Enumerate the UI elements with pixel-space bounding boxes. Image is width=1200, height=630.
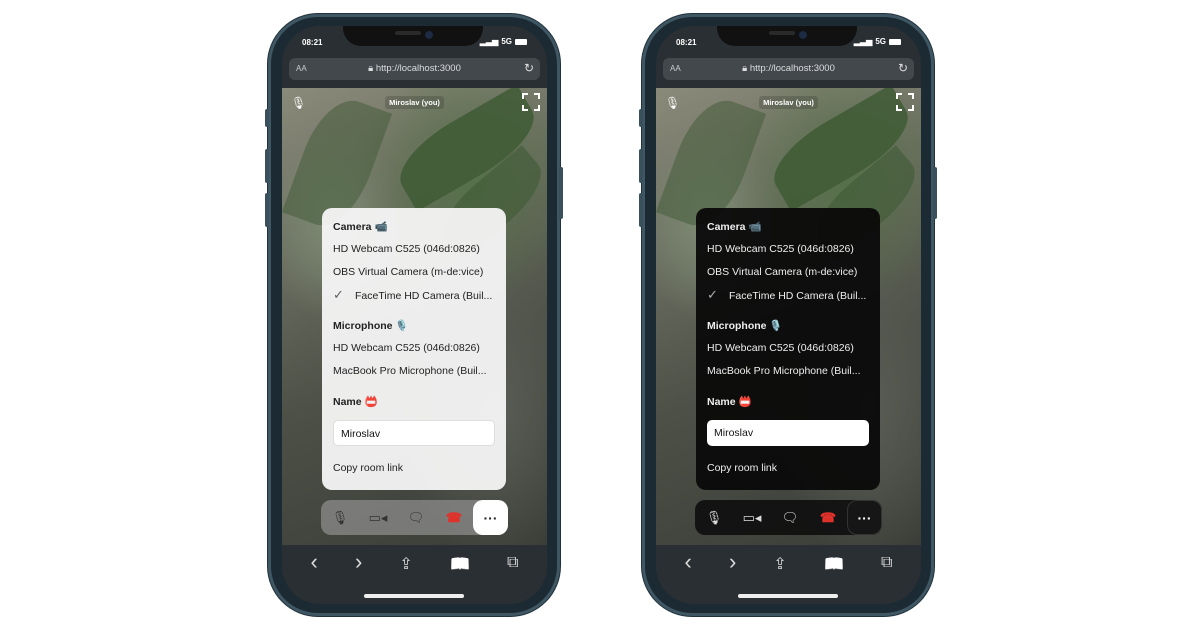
browser-toolbar: ‹ › ⇪ 📖 ⧉: [282, 545, 547, 604]
camera-option-selected[interactable]: ✓ FaceTime HD Camera (Buil...: [333, 287, 495, 312]
microphone-heading: Microphone 🎙️: [707, 320, 783, 332]
chat-button[interactable]: 🗨︎: [397, 510, 435, 526]
tabs-icon[interactable]: ⧉: [881, 554, 892, 604]
microphone-option[interactable]: HD Webcam C525 (046d:0826): [707, 342, 869, 365]
fullscreen-icon[interactable]: [522, 93, 540, 111]
microphone-option[interactable]: MacBook Pro Microphone (Buil...: [707, 365, 869, 388]
battery-icon: [515, 38, 527, 45]
camera-option[interactable]: HD Webcam C525 (046d:0826): [333, 243, 495, 266]
camera-option[interactable]: OBS Virtual Camera (m-de:vice): [707, 266, 869, 289]
network-label: 5G: [875, 37, 886, 46]
settings-menu: Camera 📹 HD Webcam C525 (046d:0826) OBS …: [696, 208, 880, 490]
camera-option-selected[interactable]: ✓ FaceTime HD Camera (Buil...: [707, 287, 869, 312]
power-button: [933, 167, 937, 219]
copy-room-link[interactable]: Copy room link: [707, 462, 869, 485]
silent-switch: [639, 109, 643, 127]
camera-heading: Camera 📹: [707, 221, 762, 233]
lock-icon: 🔒︎: [742, 63, 750, 74]
call-controls: 🎙︎ ▭◂ 🗨︎ ☎︎ ···: [695, 500, 882, 535]
fullscreen-icon[interactable]: [896, 93, 914, 111]
silent-switch: [265, 109, 269, 127]
back-button[interactable]: ‹: [311, 549, 318, 604]
status-time: 08:21: [302, 38, 323, 47]
volume-up-button: [639, 149, 643, 183]
participant-label: Miroslav (you): [759, 96, 818, 109]
phone-mockup-light: 08:21 ▂▃▅ 5G AA 🔒︎ http://localhost:3000 …: [265, 14, 563, 616]
hang-up-button[interactable]: ☎︎: [809, 510, 847, 526]
volume-down-button: [639, 193, 643, 227]
address-bar[interactable]: AA 🔒︎ http://localhost:3000 ↻: [663, 58, 914, 80]
url-text[interactable]: http://localhost:3000: [376, 63, 461, 74]
signal-bars-icon: ▂▃▅: [479, 37, 499, 46]
camera-heading: Camera 📹: [333, 221, 388, 233]
volume-down-button: [265, 193, 269, 227]
reload-icon[interactable]: ↻: [524, 61, 534, 75]
reload-icon[interactable]: ↻: [898, 61, 908, 75]
name-heading: Name 📛: [333, 396, 378, 408]
hang-up-button[interactable]: ☎︎: [435, 510, 473, 526]
microphone-option[interactable]: HD Webcam C525 (046d:0826): [333, 342, 495, 365]
camera-option[interactable]: OBS Virtual Camera (m-de:vice): [333, 266, 495, 289]
notch: [343, 26, 483, 46]
microphone-option[interactable]: MacBook Pro Microphone (Buil...: [333, 365, 495, 388]
volume-up-button: [265, 149, 269, 183]
battery-icon: [889, 38, 901, 45]
home-indicator: [364, 594, 464, 598]
status-time: 08:21: [676, 38, 697, 47]
settings-menu: Camera 📹 HD Webcam C525 (046d:0826) OBS …: [322, 208, 506, 490]
forward-button[interactable]: ›: [729, 549, 736, 604]
call-controls: 🎙︎ ▭◂ 🗨︎ ☎︎ ···: [321, 500, 508, 535]
copy-room-link[interactable]: Copy room link: [333, 462, 495, 485]
address-bar[interactable]: AA 🔒︎ http://localhost:3000 ↻: [289, 58, 540, 80]
url-text[interactable]: http://localhost:3000: [750, 63, 835, 74]
phone-screen: 08:21 ▂▃▅ 5G AA 🔒︎ http://localhost:3000 …: [282, 26, 547, 604]
browser-toolbar: ‹ › ⇪ 📖 ⧉: [656, 545, 921, 604]
phone-screen: 08:21 ▂▃▅ 5G AA 🔒︎ http://localhost:3000 …: [656, 26, 921, 604]
microphone-heading: Microphone 🎙️: [333, 320, 409, 332]
camera-option-label: FaceTime HD Camera (Buil...: [355, 290, 493, 302]
mute-microphone-button[interactable]: 🎙︎: [695, 510, 733, 526]
back-button[interactable]: ‹: [685, 549, 692, 604]
notch: [717, 26, 857, 46]
phone-mockup-dark: 08:21 ▂▃▅ 5G AA 🔒︎ http://localhost:3000 …: [639, 14, 937, 616]
checkmark-icon: ✓: [707, 287, 718, 302]
participant-label: Miroslav (you): [385, 96, 444, 109]
more-options-button[interactable]: ···: [473, 500, 508, 535]
power-button: [559, 167, 563, 219]
toggle-camera-button[interactable]: ▭◂: [733, 510, 771, 526]
home-indicator: [738, 594, 838, 598]
lock-icon: 🔒︎: [368, 63, 376, 74]
name-heading: Name 📛: [707, 396, 752, 408]
mute-microphone-button[interactable]: 🎙︎: [321, 510, 359, 526]
camera-option[interactable]: HD Webcam C525 (046d:0826): [707, 243, 869, 266]
checkmark-icon: ✓: [333, 287, 344, 302]
name-input[interactable]: Miroslav: [333, 420, 495, 446]
signal-bars-icon: ▂▃▅: [853, 37, 873, 46]
toggle-camera-button[interactable]: ▭◂: [359, 510, 397, 526]
forward-button[interactable]: ›: [355, 549, 362, 604]
front-camera: [799, 31, 807, 39]
camera-option-label: FaceTime HD Camera (Buil...: [729, 290, 867, 302]
more-options-button[interactable]: ···: [847, 500, 882, 535]
front-camera: [425, 31, 433, 39]
network-label: 5G: [501, 37, 512, 46]
chat-button[interactable]: 🗨︎: [771, 510, 809, 526]
tabs-icon[interactable]: ⧉: [507, 554, 518, 604]
name-input[interactable]: Miroslav: [707, 420, 869, 446]
